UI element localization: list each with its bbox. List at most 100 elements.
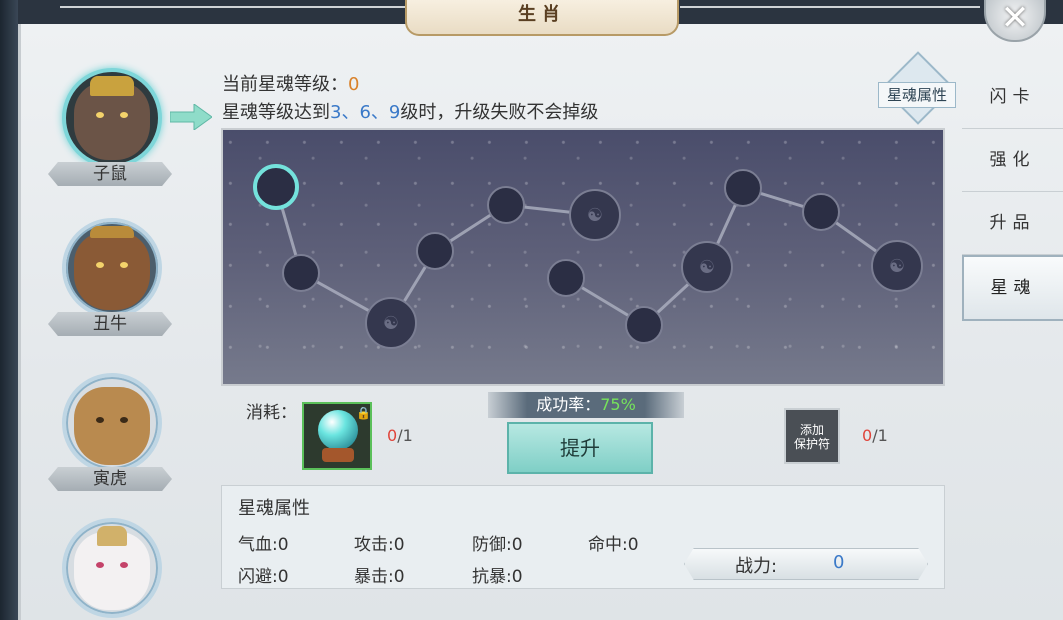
combat-power-label: 战力: [735,556,778,577]
ox-face-icon [74,232,150,310]
stat-value: 0 [277,535,289,555]
star-node[interactable] [547,259,585,297]
stat-crit-resist: 抗暴:0 [472,562,523,587]
lock-icon: 🔒 [356,406,371,420]
zodiac-name: 丑牛 [48,312,172,336]
star-node[interactable] [487,186,525,224]
tiger-avatar [62,373,162,473]
material-count: 0/1 [387,426,413,445]
zodiac-name: 寅虎 [48,467,172,491]
zodiac-item-tiger[interactable]: 寅虎 [40,355,180,495]
eye-icon [96,417,104,423]
upgrade-button[interactable]: 提升 [507,422,653,474]
star-soul-stats-box: 星魂属性 气血:0 攻击:0 防御:0 命中:0 闪避:0 暴击:0 抗暴:0 … [221,485,945,589]
stat-hp: 气血:0 [238,530,289,555]
stat-hit: 命中:0 [588,530,639,555]
star-node[interactable] [802,193,840,231]
yin-yang-icon: ☯ [889,256,905,277]
protect-label-line1: 添加 [799,423,824,437]
stat-defense: 防御:0 [472,530,523,555]
success-rate-value: 75% [600,395,636,414]
star-node[interactable] [416,232,454,270]
protection-need: /1 [872,426,888,445]
star-node[interactable] [282,254,320,292]
rule-level-3: 3 [330,102,342,123]
star-node[interactable] [724,169,762,207]
title-wing-left [60,6,410,22]
zodiac-name: 子鼠 [48,162,172,186]
level-label: 当前星魂等级： [222,74,348,95]
level-rule-text: 星魂等级达到3、6、9级时，升级失败不会掉级 [222,98,598,124]
yin-yang-icon: ☯ [383,313,399,334]
constellation-panel: ☯ ☯ ☯ ☯ [221,128,945,386]
yin-yang-icon: ☯ [587,205,603,226]
stat-value: 0 [627,535,639,555]
title-wing-right [680,6,980,22]
star-node-active[interactable] [253,164,299,210]
rule-prefix: 星魂等级达到 [222,102,330,123]
eye-icon [96,112,104,118]
material-need: /1 [397,426,413,445]
stat-label: 闪避: [238,567,278,587]
rule-suffix: 级时，升级失败不会掉级 [400,102,599,123]
success-rate-banner: 成功率：75% [488,392,684,418]
constellation-map: ☯ ☯ ☯ ☯ [253,164,923,349]
stat-value: 0 [511,535,523,555]
rule-separator: 、 [370,102,389,123]
combat-power-value: 0 [833,552,845,573]
ox-avatar [62,218,162,318]
stat-label: 气血: [238,535,278,555]
success-rate-label: 成功率： [536,395,601,414]
star-node[interactable] [625,306,663,344]
orb-stand-icon [322,448,354,462]
stat-label: 防御: [472,535,512,555]
eye-icon [96,562,104,568]
zodiac-item-rat[interactable]: 子鼠 [40,50,180,190]
tab-upgrade-quality[interactable]: 升品 [962,192,1063,255]
crystal-orb-icon [318,410,358,450]
cost-label: 消耗： [246,403,297,423]
eye-icon [120,112,128,118]
side-tabs: 闪卡 强化 升品 星魂 [962,66,1063,321]
star-soul-attributes-button[interactable]: 星魂属性 [878,51,956,125]
add-protection-charm-button[interactable]: 添加 保护符 [784,408,840,464]
zodiac-item-ox[interactable]: 丑牛 [40,200,180,340]
rule-level-9: 9 [388,102,401,123]
window-title: 生肖 [405,0,679,36]
rule-separator: 、 [341,102,360,123]
headband-icon [90,226,134,238]
zodiac-item-rabbit[interactable] [40,500,180,618]
eye-icon [120,262,128,268]
background-game-strip [0,0,18,620]
protection-have: 0 [862,426,873,445]
stat-value: 0 [393,535,405,555]
eye-icon [120,417,128,423]
stat-label: 攻击: [354,535,394,555]
eye-icon [96,262,104,268]
rule-level-6: 6 [359,102,371,123]
combat-power-plate: 战力: 0 [684,548,928,580]
tab-star-soul[interactable]: 星魂 [962,255,1063,321]
tiara-icon [97,526,127,546]
stat-value: 0 [277,567,289,587]
attributes-button-label: 星魂属性 [878,82,956,108]
stat-label: 抗暴: [472,567,512,587]
crown-icon [90,76,134,96]
tab-enhance[interactable]: 强化 [962,129,1063,192]
selection-arrow-icon [170,104,212,130]
level-value: 0 [348,74,360,95]
material-have: 0 [387,426,398,445]
protect-label-line2: 保护符 [793,437,830,451]
rat-avatar [62,68,162,168]
material-item-slot[interactable]: 🔒 [302,402,372,470]
eye-icon [120,562,128,568]
rabbit-avatar [62,518,162,618]
stat-dodge: 闪避:0 [238,562,289,587]
stat-crit: 暴击:0 [354,562,405,587]
stat-label: 命中: [588,535,628,555]
tiger-face-icon [74,387,150,465]
tab-flash-card[interactable]: 闪卡 [962,66,1063,129]
current-level-text: 当前星魂等级：0 [222,70,359,96]
stats-title: 星魂属性 [238,498,310,519]
star-nodes: ☯ ☯ ☯ ☯ [253,164,923,349]
